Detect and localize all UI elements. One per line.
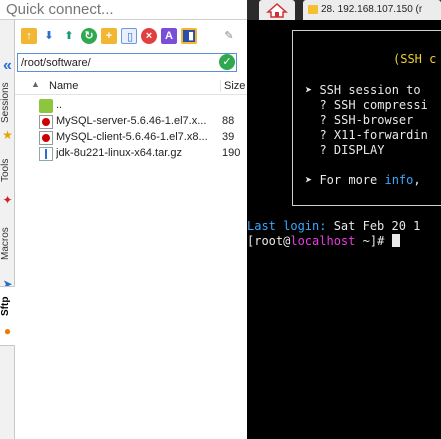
last-login-value: Sat Feb 20 1 — [326, 219, 421, 233]
quick-connect-input[interactable] — [2, 0, 240, 19]
list-item[interactable]: MySQL-client-5.6.46-1.el7.x8... 39 — [15, 130, 247, 146]
rpm-package-icon — [39, 115, 53, 129]
file-list: .. MySQL-server-5.6.46-1.el7.x... 88 MyS… — [15, 98, 247, 162]
tab-sftp-label: Sftp — [0, 296, 11, 316]
refresh-icon[interactable]: ↻ — [81, 28, 97, 44]
new-folder-icon[interactable]: + — [101, 28, 117, 44]
welcome-line: ? SSH-browser — [305, 113, 414, 127]
file-size: 39 — [222, 131, 235, 143]
rpm-package-icon — [39, 131, 53, 145]
home-tab[interactable] — [259, 0, 295, 20]
terminal-cursor — [391, 234, 400, 247]
welcome-line: ➤ SSH session to — [305, 83, 421, 97]
tab-macros-label: Macros — [0, 227, 11, 261]
path-bar: ✓ — [15, 51, 247, 73]
sftp-panel: ↑ ⬇ ⬆ ↻ + ▯ × A ▮ ✎ ✓ ▲ Name Size .. MyS… — [15, 20, 247, 439]
more-info-line: ➤ For more info, — [305, 173, 421, 188]
tab-tools-label: Tools — [0, 158, 11, 182]
side-tab-strip: « Sessions ★ Tools ✦ Macros ➤ Sftp ● — [0, 20, 15, 439]
sort-arrow-icon: ▲ — [31, 79, 40, 89]
delete-icon[interactable]: × — [141, 28, 157, 44]
welcome-line: ? X11-forwardin — [305, 128, 428, 142]
sftp-toolbar: ↑ ⬇ ⬆ ↻ + ▯ × A ▮ ✎ — [15, 26, 247, 48]
list-item[interactable]: jdk-8u221-linux-x64.tar.gz 190 — [15, 146, 247, 162]
home-icon — [266, 2, 288, 18]
file-size: 88 — [222, 115, 235, 127]
more-info-prefix: ➤ For more — [305, 173, 385, 187]
list-item[interactable]: MySQL-server-5.6.46-1.el7.x... 88 — [15, 114, 247, 130]
shell-prompt: [root@localhost ~]# — [247, 234, 400, 249]
list-item[interactable]: .. — [15, 98, 247, 114]
file-size: 190 — [222, 147, 241, 159]
text-edit-icon[interactable]: ▮ — [181, 28, 197, 44]
tab-sftp[interactable]: Sftp ● — [0, 286, 15, 346]
more-info-word: info — [384, 173, 414, 187]
path-input[interactable] — [17, 53, 237, 72]
upload-icon[interactable]: ⬆ — [61, 28, 77, 44]
terminal[interactable]: (SSH c ➤ SSH session to ? SSH compressi … — [247, 20, 441, 439]
star-icon: ★ — [2, 128, 13, 142]
tab-ssh-session[interactable]: 28. 192.168.107.150 (r — [303, 0, 441, 20]
prompt-close: ~]# — [355, 234, 392, 248]
welcome-title: (SSH c — [393, 52, 437, 66]
sftp-icon: ● — [3, 324, 12, 338]
file-name: jdk-8u221-linux-x64.tar.gz — [56, 147, 182, 159]
tab-sessions-label: Sessions — [0, 82, 11, 124]
archive-file-icon — [39, 147, 53, 161]
key-icon — [308, 5, 318, 14]
tab-sessions[interactable]: Sessions ★ — [0, 76, 15, 146]
parent-folder-icon — [39, 99, 53, 113]
tab-tools[interactable]: Tools ✦ — [0, 148, 15, 214]
file-name: MySQL-client-5.6.46-1.el7.x8... — [56, 131, 208, 143]
more-info-suffix: , — [413, 173, 421, 187]
collapse-panel-icon[interactable]: « — [0, 56, 15, 76]
session-tab-label: 28. 192.168.107.150 (r — [321, 4, 423, 15]
quick-connect-bar — [0, 0, 247, 20]
path-confirm-icon[interactable]: ✓ — [219, 54, 235, 70]
session-tab-bar: 28. 192.168.107.150 (r — [247, 0, 441, 20]
welcome-line: ? SSH compressi — [305, 98, 428, 112]
last-login-label: Last login: — [247, 219, 327, 233]
tools-icon[interactable]: ✎ — [221, 28, 237, 44]
prompt-open: [root@ — [247, 234, 291, 248]
folder-up-icon[interactable]: ↑ — [21, 28, 37, 44]
new-file-icon[interactable]: ▯ — [121, 28, 137, 44]
welcome-line: ? DISPLAY — [305, 143, 385, 157]
rename-icon[interactable]: A — [161, 28, 177, 44]
column-name-header[interactable]: Name — [49, 80, 78, 92]
file-name: .. — [56, 99, 63, 111]
wrench-icon: ✦ — [2, 193, 13, 207]
last-login-line: Last login: Sat Feb 20 1 — [247, 219, 420, 234]
download-icon[interactable]: ⬇ — [41, 28, 57, 44]
file-list-header: ▲ Name Size — [15, 77, 247, 95]
column-size-header[interactable]: Size — [220, 80, 247, 92]
file-name: MySQL-server-5.6.46-1.el7.x... — [56, 115, 207, 127]
prompt-host: localhost — [290, 234, 356, 248]
